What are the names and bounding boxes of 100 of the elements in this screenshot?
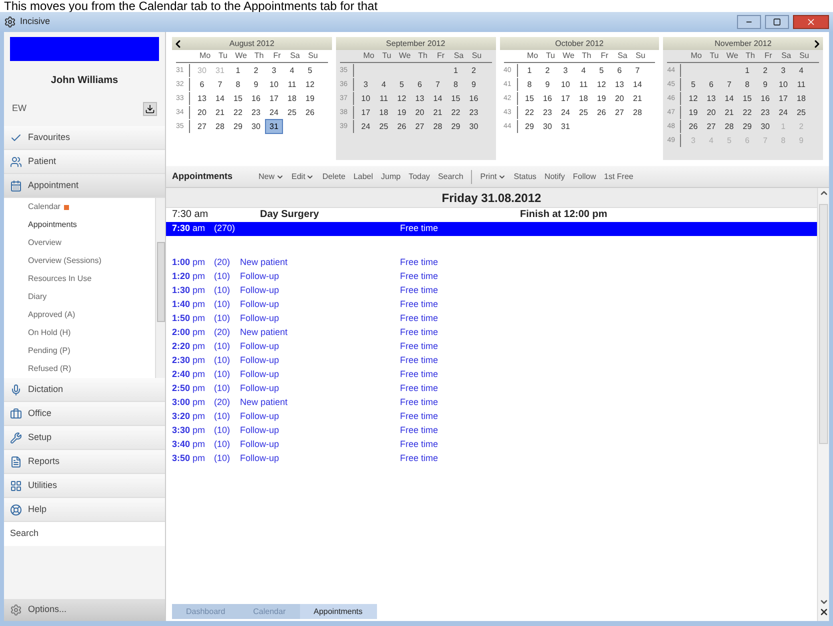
calendar-day[interactable]: 30	[247, 120, 265, 132]
toolbar-button[interactable]: Edit	[292, 170, 314, 182]
calendar-day[interactable]: 17	[774, 92, 792, 104]
calendar-day[interactable]: 22	[229, 106, 247, 118]
calendar-day[interactable]: 10	[774, 78, 792, 90]
calendar-day[interactable]: 17	[556, 92, 574, 104]
calendar-day[interactable]: 8	[229, 78, 247, 90]
calendar-day[interactable]: 9	[464, 78, 483, 90]
maximize-button[interactable]	[765, 15, 789, 29]
calendar-day[interactable]: 2	[464, 64, 483, 76]
calendar-day[interactable]: 29	[738, 120, 756, 132]
calendar-day[interactable]: 18	[792, 92, 810, 104]
calendar-day[interactable]: 9	[247, 78, 265, 90]
subnav-item[interactable]: Refused (R)	[28, 360, 155, 378]
calendar-day[interactable]: 28	[720, 120, 738, 132]
calendar-day[interactable]: 23	[464, 106, 483, 118]
calendar-day[interactable]: 29	[520, 120, 538, 132]
calendar-day[interactable]: 3	[356, 78, 375, 90]
calendar-day[interactable]: 26	[301, 106, 319, 118]
calendar-day[interactable]: 27	[193, 120, 211, 132]
calendar-day[interactable]: 2	[247, 64, 265, 76]
nav-item[interactable]: Patient	[4, 150, 165, 174]
nav-item[interactable]: Utilities	[4, 474, 165, 498]
subnav-item[interactable]: Calendar	[28, 198, 155, 216]
calendar-day[interactable]: 22	[446, 106, 465, 118]
calendar-day[interactable]: 6	[610, 64, 628, 76]
calendar-day[interactable]: 13	[193, 92, 211, 104]
calendar-day[interactable]: 19	[684, 106, 702, 118]
nav-item[interactable]: Reports	[4, 450, 165, 474]
calendar-day[interactable]: 2	[538, 64, 556, 76]
calendar-day[interactable]: 26	[392, 120, 411, 132]
calendar-day[interactable]: 15	[446, 92, 465, 104]
calendar-day[interactable]: 20	[410, 106, 429, 118]
calendar-day[interactable]: 12	[592, 78, 610, 90]
calendar-day[interactable]: 17	[265, 92, 283, 104]
calendar-day[interactable]: 7	[428, 78, 447, 90]
appointment-slot[interactable]: 1:20 pm (10) Follow-up Free time	[166, 270, 817, 284]
calendar-day[interactable]: 24	[265, 106, 283, 118]
toolbar-button[interactable]: Jump	[381, 170, 401, 182]
calendar-day[interactable]: 12	[301, 78, 319, 90]
calendar-day[interactable]: 21	[628, 92, 646, 104]
calendar-day[interactable]: 7	[628, 64, 646, 76]
subnav-item[interactable]: Pending (P)	[28, 342, 155, 360]
appointment-slot[interactable]: 3:20 pm (10) Follow-up Free time	[166, 410, 817, 424]
calendar-day[interactable]: 22	[520, 106, 538, 118]
calendar-day[interactable]: 19	[592, 92, 610, 104]
toolbar-button[interactable]: Notify	[544, 170, 565, 182]
calendar-day[interactable]: 5	[592, 64, 610, 76]
calendar-day[interactable]: 16	[538, 92, 556, 104]
calendar-day[interactable]: 16	[464, 92, 483, 104]
toolbar-button[interactable]: 1st Free	[604, 170, 634, 182]
calendar-day[interactable]: 12	[684, 92, 702, 104]
calendar-day[interactable]: 28	[211, 120, 229, 132]
scrollbar[interactable]	[817, 188, 829, 621]
calendar-day[interactable]: 16	[756, 92, 774, 104]
calendar-day[interactable]: 1	[520, 64, 538, 76]
calendar-day[interactable]: 4	[792, 64, 810, 76]
calendar-day[interactable]: 22	[738, 106, 756, 118]
appointment-slot[interactable]: 2:50 pm (10) Follow-up Free time	[166, 382, 817, 396]
toolbar-button[interactable]: Status	[514, 170, 536, 182]
calendar-day[interactable]: 26	[592, 106, 610, 118]
calendar-day[interactable]: 7	[720, 78, 738, 90]
toolbar-button[interactable]: Follow	[572, 170, 596, 182]
calendar-day[interactable]: 28	[628, 106, 646, 118]
calendar-day[interactable]: 18	[283, 92, 301, 104]
calendar-day[interactable]: 5	[684, 78, 702, 90]
calendar-day[interactable]: 10	[556, 78, 574, 90]
close-icon[interactable]	[818, 607, 828, 617]
nav-item[interactable]: Favourites	[4, 126, 165, 150]
nav-item[interactable]: Dictation	[4, 378, 165, 402]
calendar-day[interactable]: 14	[628, 78, 646, 90]
calendar-day[interactable]: 4	[374, 78, 393, 90]
subnav-item[interactable]: Overview	[28, 234, 155, 252]
calendar-day[interactable]: 14	[211, 92, 229, 104]
nav-item[interactable]: Setup	[4, 426, 165, 450]
calendar-day[interactable]: 18	[574, 92, 592, 104]
calendar-day[interactable]: 25	[374, 120, 393, 132]
calendar-day[interactable]: 20	[610, 92, 628, 104]
appointment-slot[interactable]: 1:30 pm (10) Follow-up Free time	[166, 284, 817, 298]
calendar-day[interactable]: 30	[538, 120, 556, 132]
calendar-day[interactable]: 6	[193, 78, 211, 90]
scrollbar[interactable]	[155, 198, 165, 378]
calendar-day[interactable]: 3	[556, 64, 574, 76]
appointment-slot[interactable]: 3:30 pm (10) Follow-up Free time	[166, 424, 817, 438]
calendar-day[interactable]: 5	[301, 64, 319, 76]
appointment-slot[interactable]: 1:50 pm (10) Follow-up Free time	[166, 312, 817, 326]
subnav-item[interactable]: Diary	[28, 288, 155, 306]
calendar-day[interactable]: 11	[374, 92, 393, 104]
calendar-day[interactable]: 11	[792, 78, 810, 90]
subnav-item[interactable]: On Hold (H)	[28, 324, 155, 342]
calendar-day[interactable]: 8	[738, 78, 756, 90]
calendar-day[interactable]: 16	[247, 92, 265, 104]
nav-item[interactable]: Help	[4, 498, 165, 522]
calendar-day[interactable]: 13	[410, 92, 429, 104]
calendar-day[interactable]: 29	[229, 120, 247, 132]
calendar-day[interactable]: 20	[193, 106, 211, 118]
toolbar-button[interactable]: New	[258, 170, 284, 182]
calendar-day[interactable]: 3	[265, 64, 283, 76]
calendar-day[interactable]: 27	[610, 106, 628, 118]
calendar-day[interactable]: 6	[410, 78, 429, 90]
